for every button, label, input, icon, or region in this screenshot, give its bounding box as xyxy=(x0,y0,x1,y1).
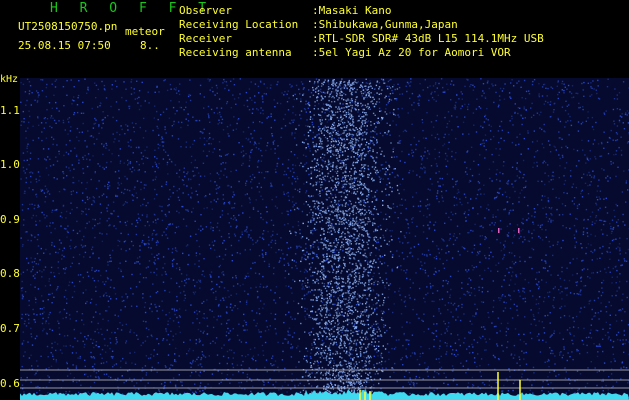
meteor-tag: meteor xyxy=(125,25,165,38)
y-tick-label: 1.1 xyxy=(0,103,20,117)
y-tick-label: 1.0 xyxy=(0,158,20,172)
y-tick-label: 0.8 xyxy=(0,267,20,281)
date-time: 25.08.15 07:50 xyxy=(18,39,111,52)
y-axis-unit: kHz xyxy=(0,74,19,85)
meta-row-observer: Observer:Masaki Kano xyxy=(179,4,392,17)
status-dots: 8.. xyxy=(140,39,160,52)
echo-mark xyxy=(518,228,520,233)
y-tick-label: 0.9 xyxy=(0,212,20,226)
y-tick-label: 0.7 xyxy=(0,322,20,336)
meta-row-receiver: Receiver:RTL-SDR SDR# 43dB L15 114.1MHz … xyxy=(179,32,544,45)
y-tick-label: 0.6 xyxy=(0,376,20,390)
meta-row-location: Receiving Location:Shibukawa,Gunma,Japan xyxy=(179,18,458,31)
spectrogram-plot xyxy=(20,78,629,400)
meta-row-antenna: Receiving antenna:5el Yagi Az 20 for Aom… xyxy=(179,46,511,59)
metadata-table: Observer:Masaki Kano Receiving Location:… xyxy=(179,4,544,60)
echo-mark xyxy=(498,228,500,233)
file-name: UT2508150750.pn xyxy=(18,20,118,33)
spectrogram-svg xyxy=(20,78,629,400)
header-panel: H R O F F T UT2508150750.pn meteor 25.08… xyxy=(0,0,629,78)
